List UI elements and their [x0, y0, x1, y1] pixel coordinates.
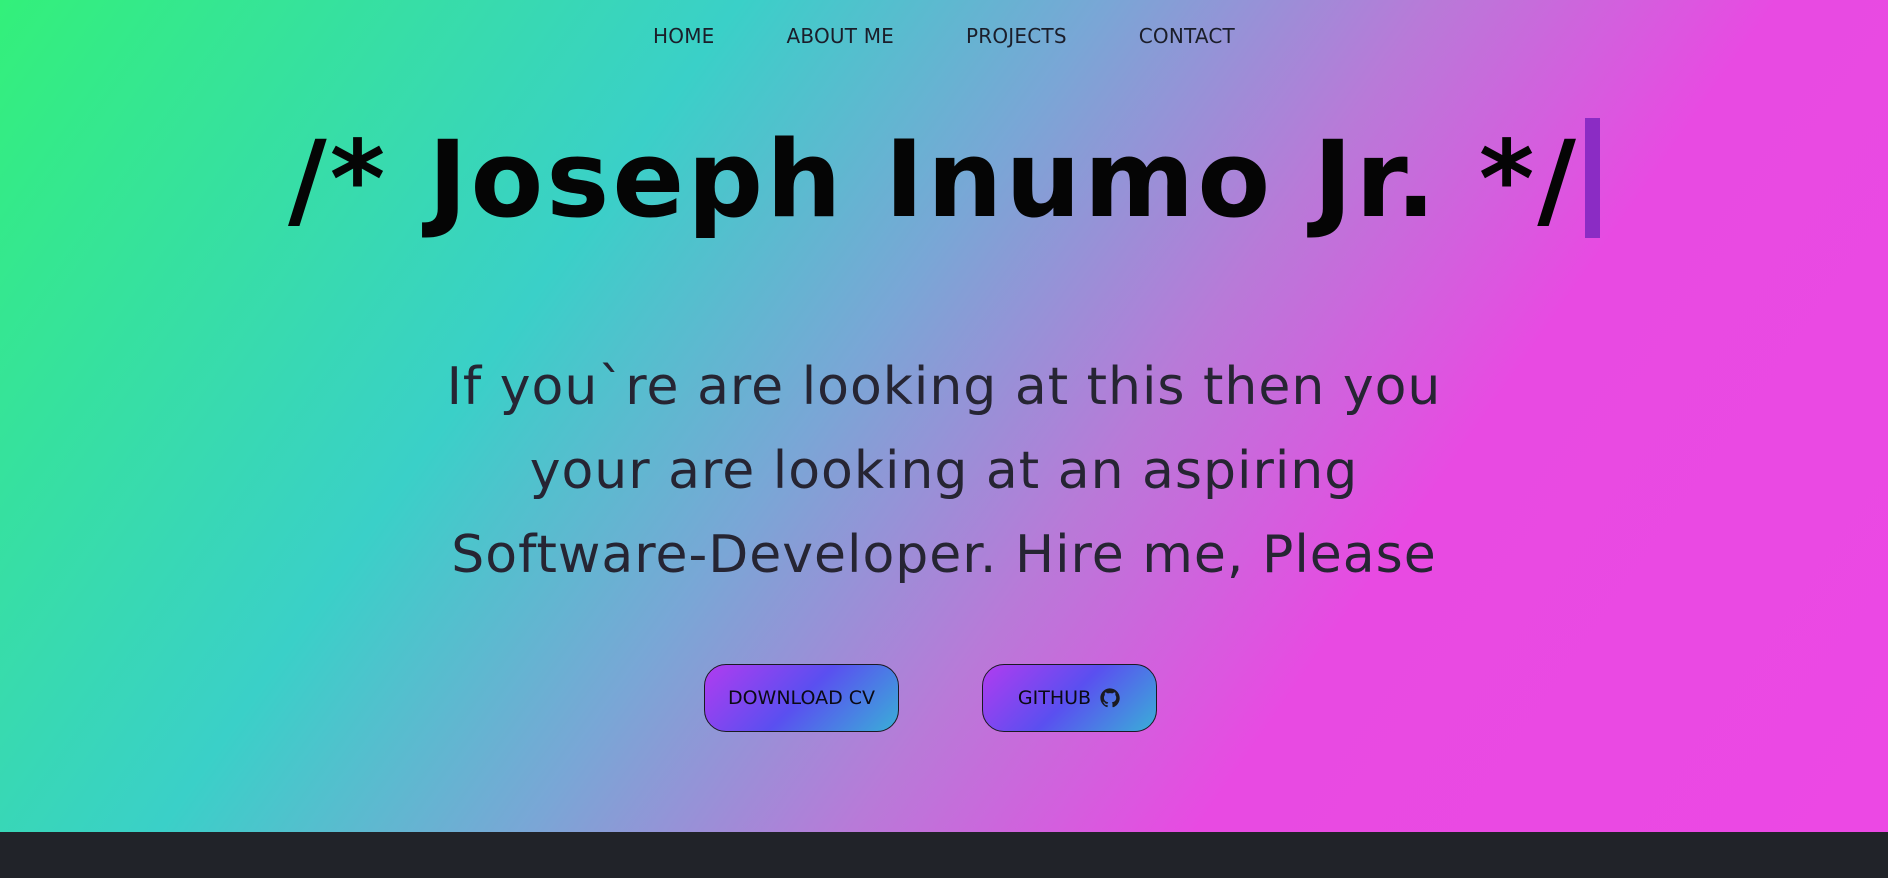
top-nav: HOME ABOUT ME PROJECTS CONTACT: [0, 24, 1888, 48]
download-cv-button[interactable]: DOWNLOAD CV: [704, 664, 899, 732]
footer-strip: [0, 832, 1888, 878]
page-title: /* Joseph Inumo Jr. */: [0, 118, 1888, 241]
title-text: /* Joseph Inumo Jr. */: [287, 118, 1579, 241]
github-button[interactable]: GITHUB: [982, 664, 1157, 732]
github-icon: [1099, 687, 1121, 709]
download-cv-label: DOWNLOAD CV: [727, 687, 876, 709]
nav-contact-link[interactable]: CONTACT: [1139, 24, 1235, 48]
nav-home-link[interactable]: HOME: [653, 24, 714, 48]
hero-tagline: If you`re are looking at this then you y…: [446, 357, 1442, 585]
nav-about-link[interactable]: ABOUT ME: [787, 24, 895, 48]
github-label: GITHUB: [1017, 687, 1092, 709]
hero-section: HOME ABOUT ME PROJECTS CONTACT /* Joseph…: [0, 0, 1888, 832]
nav-projects-link[interactable]: PROJECTS: [966, 24, 1067, 48]
typing-cursor: [1585, 118, 1600, 238]
